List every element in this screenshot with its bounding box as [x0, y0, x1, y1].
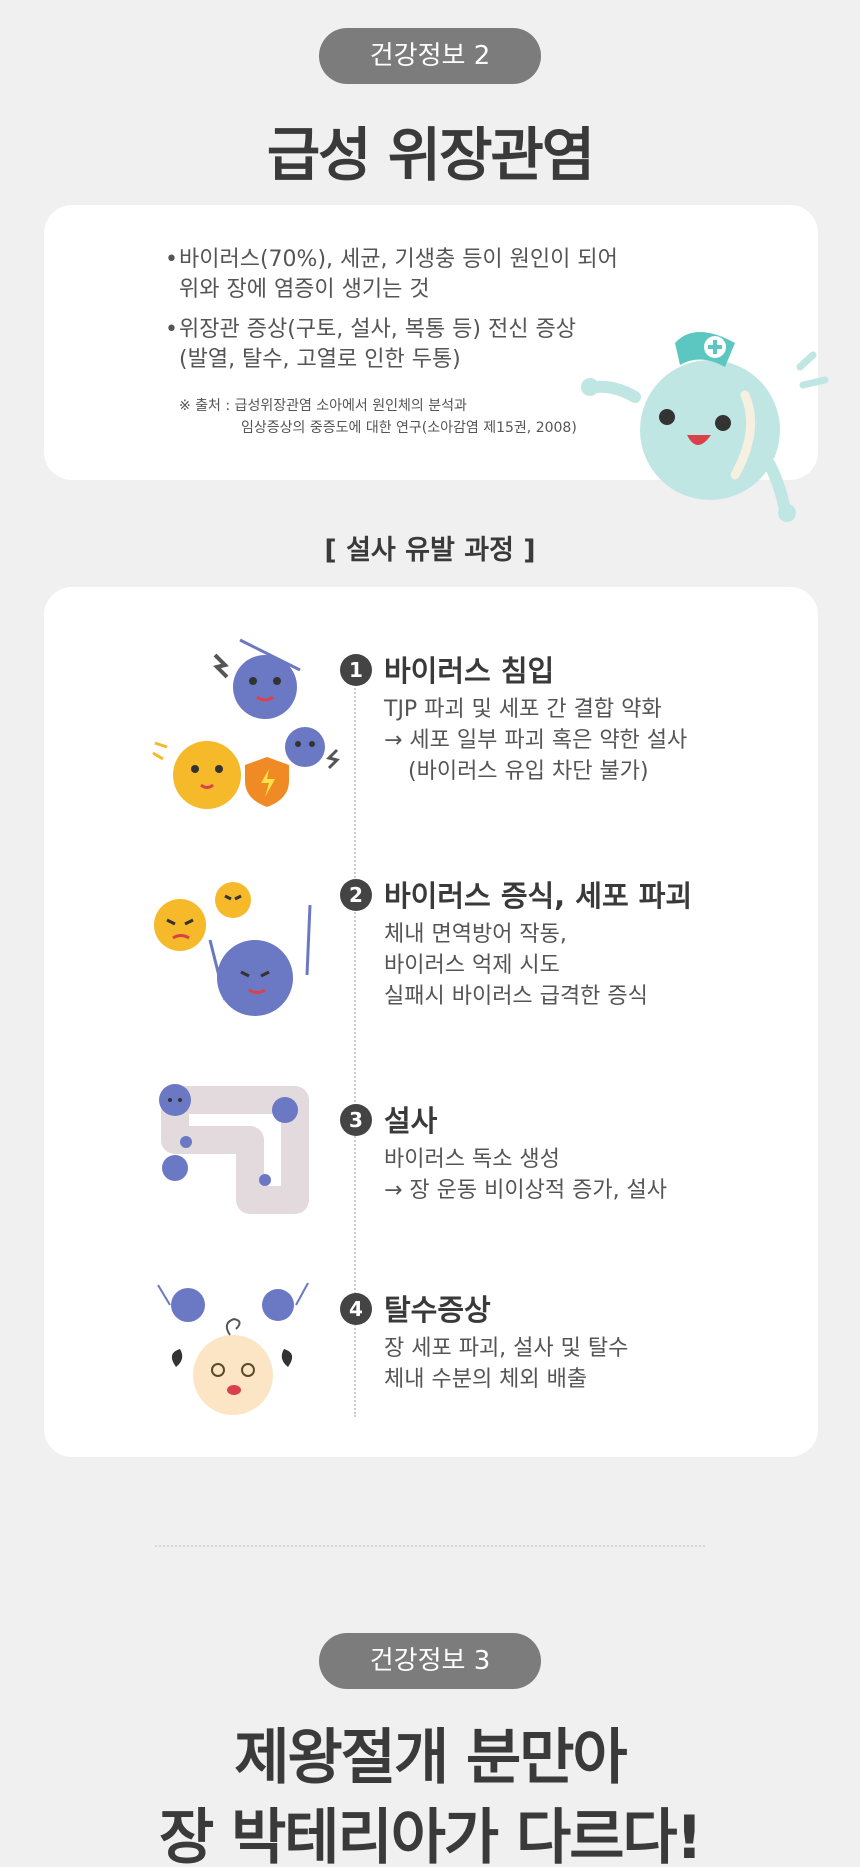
process-section-label: [ 설사 유발 과정 ]: [324, 535, 536, 566]
step-title: 탈수증상: [384, 1293, 491, 1327]
page-title-gastroenteritis: 급성 위장관염: [266, 121, 595, 189]
step-description: 바이러스 독소 생성 → 장 운동 비이상적 증가, 설사: [384, 1147, 668, 1203]
step-title: 설사: [384, 1104, 438, 1138]
step-description: 체내 면역방어 작동, 바이러스 억제 시도 실패시 바이러스 급격한 증식: [384, 922, 648, 1009]
virus-replication-icon: [154, 882, 312, 1016]
virus-invasion-icon: [152, 638, 340, 809]
section-divider: [155, 1545, 705, 1547]
bullet-item: • 위장관 증상(구토, 설사, 복통 등) 전신 증상 (발열, 탈수, 고열…: [165, 317, 576, 372]
step-description: TJP 파괴 및 세포 간 결합 약화 → 세포 일부 파괴 혹은 약한 설사 …: [384, 697, 688, 784]
source-citation: ※ 출처 : 급성위장관염 소아에서 원인체의 분석과 임상증상의 중증도에 대…: [179, 398, 577, 436]
step-number-badge: 2: [340, 879, 372, 911]
bullet-item: • 바이러스(70%), 세균, 기생충 등이 원인이 되어 위와 장에 염증이…: [165, 247, 618, 302]
dehydrated-baby-icon: [157, 1282, 309, 1415]
step-number-badge: 1: [340, 654, 372, 686]
step-number-badge: 4: [340, 1293, 372, 1325]
step-title: 바이러스 침입: [384, 654, 555, 688]
section-pill-health-info-3: 건강정보 3: [319, 1633, 541, 1689]
nurse-mascot-icon: [581, 332, 829, 522]
section-pill-health-info-2: 건강정보 2: [319, 28, 541, 84]
step-title: 바이러스 증식, 세포 파괴: [384, 879, 693, 913]
step-description: 장 세포 파괴, 설사 및 탈수 체내 수분의 체외 배출: [384, 1336, 629, 1392]
intestine-icon: [159, 1084, 309, 1214]
section-title-c-section: 제왕절개 분만아 장 박테리아가 다르다!: [159, 1723, 703, 1867]
step-number-badge: 3: [340, 1104, 372, 1136]
